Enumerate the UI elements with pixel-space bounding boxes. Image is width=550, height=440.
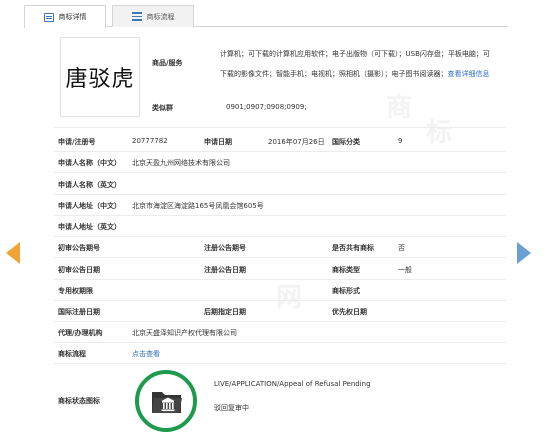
watermark-text: 商	[386, 93, 413, 123]
divider	[54, 194, 506, 195]
reg-no-label: 申请/注册号	[58, 138, 96, 146]
previous-arrow-icon[interactable]	[6, 242, 20, 264]
divider	[54, 127, 506, 128]
goods-line-1: 计算机；可下载的计算机应用软件；电子出版物（可下载）；USB闪存盘；平板电脑；可	[220, 50, 490, 58]
status-text-cn: 驳回复审中	[214, 404, 249, 412]
address-cn-label: 申请人地址（中文）	[58, 202, 121, 210]
divider	[54, 363, 506, 364]
tab-bar: 商标详情 商标流程	[24, 5, 508, 28]
reg-pub-no-label: 注册公告期号	[204, 244, 246, 252]
status-icon-label: 商标状态图标	[58, 397, 100, 405]
divider	[54, 321, 506, 322]
divider	[54, 300, 506, 301]
divider	[54, 342, 506, 343]
class-value: 9	[398, 137, 403, 145]
divider	[54, 279, 506, 280]
apply-date-value: 2016年07月26日	[268, 138, 325, 146]
divider	[54, 236, 506, 237]
tab-trademark-process[interactable]: 商标流程	[112, 5, 194, 27]
divider	[54, 151, 506, 152]
watermark-text: 网	[276, 283, 303, 313]
agent-label: 代理/办理机构	[58, 329, 103, 337]
applicant-cn-label: 申请人名称（中文）	[58, 159, 121, 167]
shared-value: 否	[398, 244, 405, 252]
agent-value: 北京天盛泽知识产权代理有限公司	[132, 329, 237, 337]
tab-trademark-details[interactable]: 商标详情	[24, 5, 106, 28]
priority-date-label: 优先权日期	[332, 308, 367, 316]
document-icon	[43, 12, 54, 22]
type-label: 商标类型	[332, 266, 360, 274]
intl-reg-date-label: 国际注册日期	[58, 308, 100, 316]
applicant-cn-value: 北京天盈九州网络技术有限公司	[132, 159, 230, 167]
form-label: 商标形式	[332, 287, 360, 295]
address-en-label: 申请人地址（英文）	[58, 223, 121, 231]
goods-line-2: 下载的影像文件；智能手机；电视机；照相机（摄影）；电子图书阅读器；	[220, 70, 448, 78]
status-badge	[135, 370, 197, 432]
applicant-en-label: 申请人名称（英文）	[58, 181, 121, 189]
address-cn-value: 北京市海淀区海淀路165号凤凰会馆605号	[132, 202, 264, 210]
trademark-detail-panel: 商 标 网 唐驳虎 商品/服务 计算机；可下载的计算机应用软件；电子出版物（可下…	[46, 27, 506, 440]
first-pub-no-label: 初审公告期号	[58, 244, 100, 252]
exclusive-period-label: 专用权期限	[58, 287, 93, 295]
goods-label: 商品/服务	[152, 59, 183, 67]
watermark-text: 标	[426, 118, 453, 148]
divider	[54, 257, 506, 258]
tab-label: 商标流程	[146, 12, 175, 21]
status-text-en: LIVE/APPLICATION/Appeal of Refusal Pendi…	[214, 380, 371, 388]
shared-label: 是否共有商标	[332, 244, 374, 252]
similar-group-label: 类似群	[152, 104, 173, 112]
divider	[54, 215, 506, 216]
similar-group-value: 0901;0907;0908;0909;	[226, 103, 307, 111]
next-arrow-icon[interactable]	[517, 242, 531, 264]
later-date-label: 后期指定日期	[204, 308, 246, 316]
reg-no-value: 20777782	[132, 137, 168, 145]
goods-services-text: 计算机；可下载的计算机应用软件；电子出版物（可下载）；USB闪存盘；平板电脑；可…	[220, 44, 504, 84]
process-view-link[interactable]: 点击查看	[132, 349, 160, 359]
folder-courthouse-icon	[152, 392, 182, 413]
apply-date-label: 申请日期	[204, 138, 232, 146]
tab-label: 商标详情	[58, 13, 87, 21]
divider	[54, 172, 506, 173]
reg-pub-date-label: 注册公告日期	[204, 266, 246, 274]
trademark-image: 唐驳虎	[60, 37, 140, 117]
view-details-link[interactable]: 查看详细信息	[448, 70, 490, 78]
process-label: 商标流程	[58, 350, 86, 358]
list-icon	[131, 12, 142, 21]
trademark-image-text: 唐驳虎	[65, 67, 135, 92]
class-label: 国际分类	[332, 138, 360, 146]
type-value: 一般	[398, 266, 412, 274]
first-pub-date-label: 初审公告日期	[58, 266, 100, 274]
